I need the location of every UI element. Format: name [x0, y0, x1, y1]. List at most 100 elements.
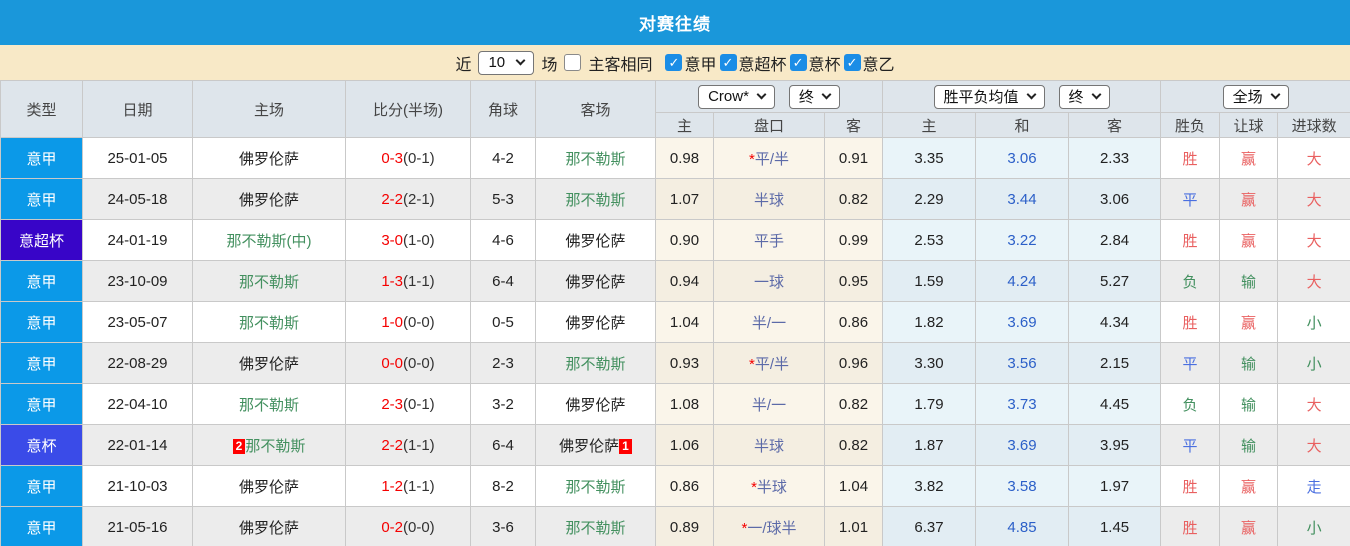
avg-away-odds: 3.06 — [1068, 178, 1162, 220]
handicap-result: 赢 — [1219, 301, 1279, 343]
away-team-cell: 佛罗伦萨 1 — [535, 424, 656, 466]
league-checkbox-supercup[interactable]: ✓ — [719, 54, 737, 71]
home-odds: 0.90 — [655, 219, 714, 261]
home-team-cell: 那不勒斯(中) — [192, 219, 346, 261]
match-date: 25-01-05 — [82, 137, 193, 179]
league-checkbox-serieb[interactable]: ✓ — [843, 54, 861, 71]
chevron-down-icon — [1026, 89, 1036, 100]
league-label-supercup: 意超杯 — [738, 56, 787, 74]
corners-score: 6-4 — [470, 260, 536, 302]
win-draw-loss-result: 负 — [1160, 260, 1221, 302]
score-cell: 2-2(2-1) — [345, 178, 471, 220]
fulltime-score: 1-0 — [381, 313, 403, 331]
handicap-result: 赢 — [1219, 137, 1279, 179]
league-type-badge: 意甲 — [0, 137, 83, 179]
bookmaker-select[interactable]: Crow* — [698, 84, 775, 109]
league-type-badge: 意甲 — [0, 506, 83, 546]
halftime-score: (1-1) — [403, 477, 435, 495]
away-team-name: 佛罗伦萨 — [565, 232, 626, 250]
col-header-corners: 角球 — [470, 80, 536, 138]
chevron-down-icon — [1270, 89, 1281, 100]
home-team-cell: 佛罗伦萨 — [192, 178, 346, 220]
win-draw-loss-result: 平 — [1160, 424, 1221, 466]
away-odds: 0.82 — [823, 424, 884, 466]
home-team-name: 那不勒斯 — [245, 437, 306, 455]
fulltime-score: 1-2 — [381, 477, 403, 495]
avg-home-odds: 6.37 — [882, 506, 977, 546]
home-team-name: 佛罗伦萨 — [238, 191, 299, 209]
red-card-badge: 2 — [232, 438, 246, 454]
home-team-name: 那不勒斯 — [238, 396, 299, 414]
match-count-select[interactable]: 10 — [478, 50, 535, 75]
handicap-cell: *一/球半 — [713, 506, 825, 546]
corners-score: 4-6 — [470, 219, 536, 261]
handicap-line: 一/球半 — [747, 519, 797, 537]
corners-score: 3-6 — [470, 506, 536, 546]
chevron-down-icon — [516, 55, 526, 66]
avg-draw-odds: 3.06 — [975, 137, 1070, 179]
handicap-cell: 半/一 — [713, 301, 825, 343]
handicap-result: 输 — [1219, 383, 1279, 425]
subheader-avg-away: 客 — [1068, 112, 1162, 138]
handicap-result: 输 — [1219, 424, 1279, 466]
match-date: 22-01-14 — [82, 424, 193, 466]
wdl-avg-group-header: 胜平负均值 终 — [882, 80, 1162, 113]
score-cell: 1-3(1-1) — [345, 260, 471, 302]
league-checkbox-seriea[interactable]: ✓ — [665, 54, 683, 71]
avg-draw-odds: 3.22 — [975, 219, 1070, 261]
col-header-type: 类型 — [0, 80, 83, 138]
home-team-name: 那不勒斯(中) — [226, 232, 312, 250]
halftime-score: (0-1) — [403, 395, 435, 413]
match-row: 意甲 21-10-03 佛罗伦萨 1-2(1-1) 8-2 那不勒斯 0.86 … — [0, 465, 1350, 507]
home-team-cell: 佛罗伦萨 — [192, 506, 346, 546]
goals-over-under-result: 大 — [1277, 137, 1350, 179]
away-team-name: 佛罗伦萨 — [565, 273, 626, 291]
avg-home-odds: 3.30 — [882, 342, 977, 384]
handicap-line: 一球 — [753, 273, 784, 291]
same-venue-checkbox[interactable] — [564, 54, 582, 71]
match-row: 意甲 25-01-05 佛罗伦萨 0-3(0-1) 4-2 那不勒斯 0.98 … — [0, 137, 1350, 179]
chevron-down-icon — [821, 89, 832, 100]
bookmaker-time-select[interactable]: 终 — [788, 84, 840, 109]
league-checkbox-cup[interactable]: ✓ — [789, 54, 807, 71]
subheader-avg-home: 主 — [882, 112, 977, 138]
avg-home-odds: 2.53 — [882, 219, 977, 261]
chevron-down-icon — [1091, 89, 1102, 100]
avg-home-odds: 1.87 — [882, 424, 977, 466]
avg-away-odds: 2.84 — [1068, 219, 1162, 261]
away-team-name: 那不勒斯 — [565, 191, 626, 209]
away-odds: 0.95 — [823, 260, 884, 302]
period-select[interactable]: 全场 — [1222, 84, 1289, 109]
subheader-home-odds: 主 — [655, 112, 714, 138]
wdl-avg-select[interactable]: 胜平负均值 — [933, 84, 1045, 109]
away-odds: 1.01 — [823, 506, 884, 546]
result-group-header: 全场 — [1160, 80, 1350, 113]
avg-home-odds: 1.79 — [882, 383, 977, 425]
subheader-handicap-result: 让球 — [1219, 112, 1279, 138]
score-cell: 1-0(0-0) — [345, 301, 471, 343]
avg-home-odds: 1.59 — [882, 260, 977, 302]
subheader-handicap: 盘口 — [713, 112, 825, 138]
halftime-score: (0-0) — [403, 518, 435, 536]
avg-away-odds: 5.27 — [1068, 260, 1162, 302]
home-team-name: 佛罗伦萨 — [238, 519, 299, 537]
home-team-cell: 佛罗伦萨 — [192, 342, 346, 384]
handicap-cell: 半球 — [713, 178, 825, 220]
home-team-name: 佛罗伦萨 — [238, 478, 299, 496]
match-row: 意甲 22-04-10 那不勒斯 2-3(0-1) 3-2 佛罗伦萨 1.08 … — [0, 383, 1350, 425]
halftime-score: (0-0) — [403, 313, 435, 331]
away-team-cell: 那不勒斯 — [535, 137, 656, 179]
wdl-time-select[interactable]: 终 — [1058, 84, 1110, 109]
league-type-badge: 意甲 — [0, 383, 83, 425]
home-team-cell: 那不勒斯 — [192, 260, 346, 302]
match-date: 24-05-18 — [82, 178, 193, 220]
handicap-line: 半球 — [753, 191, 784, 209]
halftime-score: (1-0) — [403, 231, 435, 249]
chevron-down-icon — [756, 89, 767, 100]
fulltime-score: 0-0 — [381, 354, 403, 372]
page-title: 对赛往绩 — [0, 0, 1350, 45]
league-type-badge: 意甲 — [0, 342, 83, 384]
home-team-name: 那不勒斯 — [238, 273, 299, 291]
home-team-cell: 佛罗伦萨 — [192, 137, 346, 179]
home-team-name: 佛罗伦萨 — [238, 150, 299, 168]
